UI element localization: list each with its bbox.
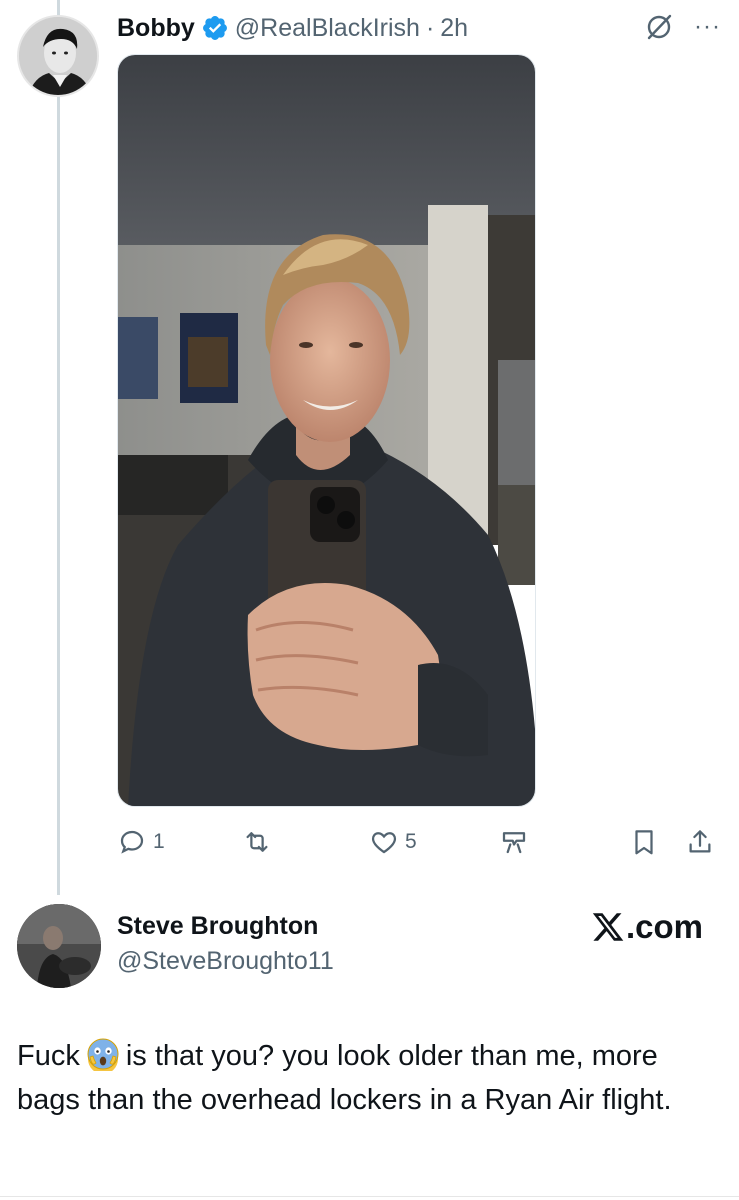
author-handle[interactable]: @RealBlackIrish [235,14,420,43]
repost-button[interactable] [242,822,278,862]
author-name[interactable]: Bobby [117,14,195,43]
xcom-text: .com [625,908,703,945]
reply-text-start: Fuck [17,1040,80,1072]
like-count: 5 [405,830,417,853]
reply-icon [120,830,144,854]
reply-author-name[interactable]: Steve Broughton [117,912,318,941]
bookmark-icon [635,830,653,855]
screen: Bobby @RealBlackIrish · 2h ··· 1 5 Steve… [0,0,739,1200]
tweet-header: Bobby @RealBlackIrish · 2h [117,10,468,46]
tweet-photo[interactable] [117,54,536,807]
bookmark-button[interactable] [629,822,659,862]
x-logo-icon [592,913,624,941]
reply-text: Fuck is that you? you look older than me… [17,1034,717,1122]
repost-icon [246,832,268,852]
thread-connector-line [57,0,60,895]
avatar-bobby[interactable] [17,15,99,97]
grok-action-button[interactable] [499,822,529,862]
more-icon[interactable]: ··· [694,12,721,42]
reply-count: 1 [153,830,165,853]
separator-dot: · [425,13,435,42]
verified-badge-icon [202,16,227,40]
tweet-action-bar: 1 5 [117,822,721,862]
screaming-face-emoji [87,1038,119,1071]
avatar-steve[interactable] [17,904,101,988]
like-button[interactable]: 5 [369,822,417,862]
reply-button[interactable]: 1 [117,822,165,862]
heart-icon [371,832,397,854]
share-icon [689,830,711,853]
header-actions: ··· [644,12,721,42]
share-button[interactable] [685,822,715,862]
divider [0,1196,739,1197]
grok-icon[interactable] [644,12,674,42]
reply-author-handle[interactable]: @SteveBroughto11 [117,947,334,976]
xcom-watermark: .com [591,908,703,946]
grok-action-icon [502,832,526,854]
timestamp[interactable]: 2h [440,14,468,43]
